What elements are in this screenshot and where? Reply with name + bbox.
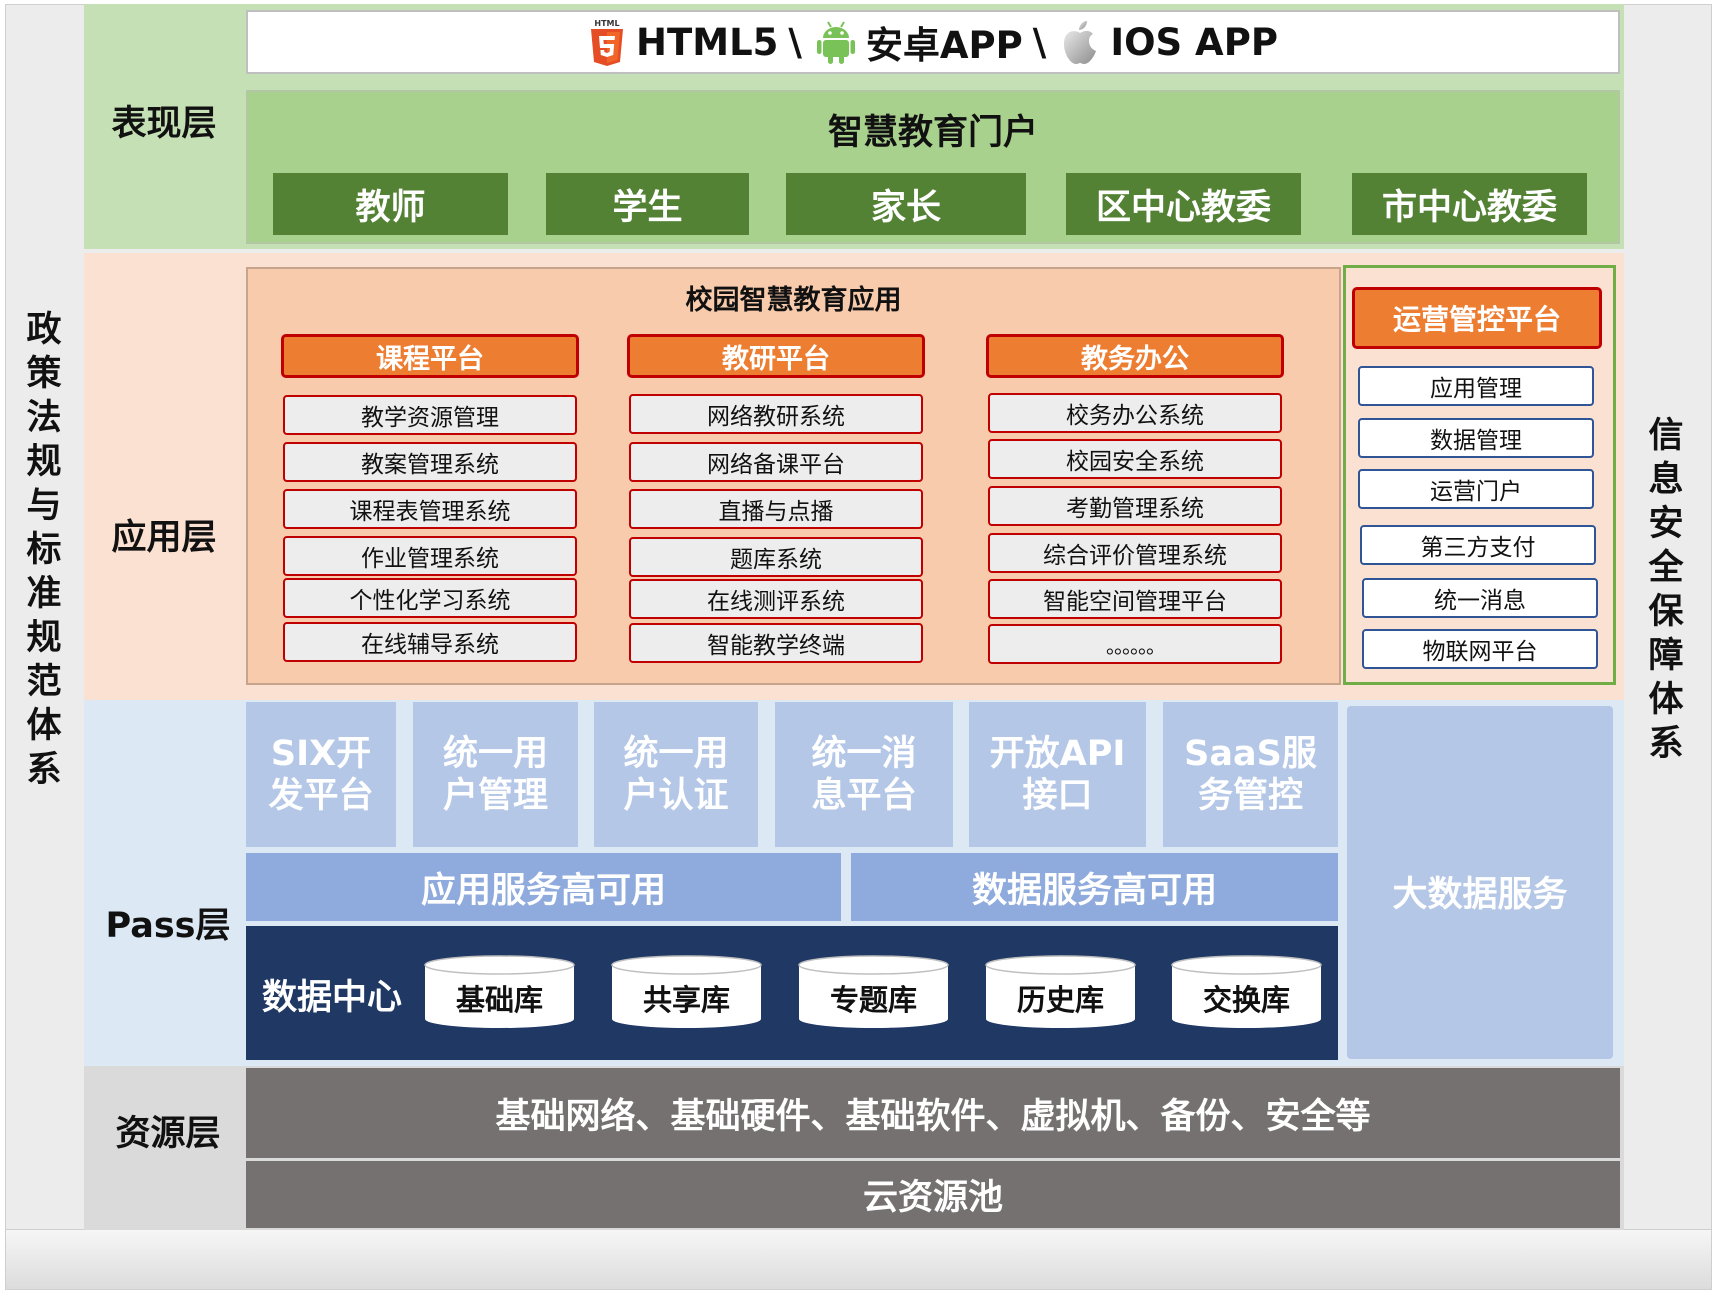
html5-client: HTML HTML5 \ — [588, 17, 802, 67]
html5-icon: HTML — [591, 19, 624, 66]
ios-label: IOS APP — [1110, 20, 1278, 64]
app-item[interactable]: 作业管理系统 — [283, 536, 577, 576]
database-shared[interactable]: 共享库 — [610, 955, 763, 1029]
bigdata-label: 大数据服务 — [1392, 874, 1568, 915]
database-label: 交换库 — [1202, 983, 1290, 1017]
side-label-right-text: 信息安全保障体系 — [1648, 416, 1684, 764]
app-item[interactable]: 网络备课平台 — [629, 442, 923, 482]
service-text: SaaS服 — [1184, 733, 1317, 774]
service-open-api[interactable]: 开放API 接口 — [969, 702, 1146, 847]
app-item[interactable]: 智能教学终端 — [629, 623, 923, 663]
application-layer-label: 应用层 — [111, 517, 217, 558]
database-label: 基础库 — [455, 983, 543, 1017]
android-icon — [816, 21, 855, 64]
app-item[interactable]: 课程表管理系统 — [283, 489, 577, 529]
infrastructure-bar[interactable]: 基础网络、基础硬件、基础软件、虚拟机、备份、安全等 — [246, 1068, 1620, 1158]
pass-layer-label: Pass层 — [105, 905, 231, 946]
app-item[interactable]: 在线测评系统 — [629, 579, 923, 619]
category-academic-office[interactable]: 教务办公 — [986, 334, 1284, 378]
app-service-high-availability[interactable]: 应用服务高可用 — [246, 853, 841, 921]
service-text: 发平台 — [268, 775, 374, 816]
side-label-left-text: 政策法规与标准规范体系 — [26, 310, 62, 790]
app-item-more[interactable]: 。。。。。。 — [988, 624, 1282, 664]
side-label-right: 信息安全保障体系 — [1636, 400, 1696, 780]
service-text: 户认证 — [623, 775, 729, 816]
app-item[interactable]: 在线辅导系统 — [283, 622, 577, 662]
data-service-high-availability[interactable]: 数据服务高可用 — [851, 853, 1338, 921]
service-text: 息平台 — [811, 775, 917, 816]
android-label: 安卓APP — [865, 24, 1023, 67]
data-center-label: 数据中心 — [261, 977, 402, 1018]
database-history[interactable]: 历史库 — [984, 955, 1137, 1029]
service-text: 统一用 — [623, 733, 729, 774]
separator-2: \ — [1032, 20, 1047, 64]
service-text: 务管控 — [1197, 775, 1303, 816]
service-text: 户管理 — [442, 775, 548, 816]
app-item[interactable]: 教案管理系统 — [283, 442, 577, 482]
app-item[interactable]: 个性化学习系统 — [283, 578, 577, 618]
campus-title: 校园智慧教育应用 — [685, 284, 902, 316]
role-district-center[interactable]: 区中心教委 — [1066, 173, 1301, 235]
separator-1: \ — [788, 20, 802, 64]
android-client: 安卓APP \ — [816, 15, 1046, 69]
role-teacher[interactable]: 教师 — [273, 173, 508, 235]
app-item[interactable]: 智能空间管理平台 — [988, 579, 1282, 619]
portal-title: 智慧教育门户 — [827, 112, 1038, 153]
app-item[interactable]: 网络教研系统 — [629, 394, 923, 434]
service-unified-user-management[interactable]: 统一用 户管理 — [413, 702, 578, 847]
client-platform-bar: HTML HTML5 \ 安卓APP \ IOS APP — [246, 10, 1620, 74]
service-unified-messaging[interactable]: 统一消 息平台 — [775, 702, 953, 847]
service-text: 统一消 — [811, 733, 917, 774]
ops-title[interactable]: 运营管控平台 — [1352, 287, 1602, 349]
app-item[interactable]: 直播与点播 — [629, 489, 923, 529]
html5-label: HTML5 — [636, 20, 779, 64]
frame-footer — [5, 1230, 1712, 1290]
service-saas-control[interactable]: SaaS服 务管控 — [1163, 702, 1338, 847]
service-unified-user-auth[interactable]: 统一用 户认证 — [594, 702, 758, 847]
bigdata-service[interactable]: 大数据服务 — [1347, 706, 1613, 1059]
service-text: SIX开 — [270, 733, 372, 774]
service-six-dev-platform[interactable]: SIX开 发平台 — [246, 702, 396, 847]
role-student[interactable]: 学生 — [546, 173, 749, 235]
ops-item[interactable]: 运营门户 — [1358, 469, 1594, 509]
resource-layer-label: 资源层 — [115, 1113, 221, 1154]
ops-item[interactable]: 统一消息 — [1362, 578, 1598, 618]
app-item[interactable]: 教学资源管理 — [283, 395, 577, 435]
database-basic[interactable]: 基础库 — [423, 955, 576, 1029]
app-item[interactable]: 校园安全系统 — [988, 439, 1282, 479]
database-label: 共享库 — [642, 983, 730, 1017]
category-course-platform[interactable]: 课程平台 — [281, 334, 579, 378]
ops-item[interactable]: 第三方支付 — [1360, 525, 1596, 565]
ios-client: IOS APP — [1060, 19, 1278, 65]
category-research-platform[interactable]: 教研平台 — [627, 334, 925, 378]
side-label-left: 政策法规与标准规范体系 — [14, 300, 74, 800]
ops-item[interactable]: 物联网平台 — [1362, 629, 1598, 669]
app-item[interactable]: 综合评价管理系统 — [988, 533, 1282, 573]
app-item[interactable]: 题库系统 — [629, 537, 923, 577]
ops-item[interactable]: 数据管理 — [1358, 418, 1594, 458]
ops-item[interactable]: 应用管理 — [1358, 366, 1594, 406]
database-label: 历史库 — [1016, 983, 1104, 1017]
app-item[interactable]: 校务办公系统 — [988, 393, 1282, 433]
database-topic[interactable]: 专题库 — [797, 955, 950, 1029]
cloud-resource-pool[interactable]: 云资源池 — [246, 1161, 1620, 1228]
service-text: 统一用 — [442, 733, 548, 774]
role-city-center[interactable]: 市中心教委 — [1352, 173, 1587, 235]
database-label: 专题库 — [829, 983, 917, 1017]
presentation-layer-label: 表现层 — [111, 103, 217, 144]
database-exchange[interactable]: 交换库 — [1170, 955, 1323, 1029]
service-text: 接口 — [1022, 775, 1093, 816]
service-text: 开放API — [989, 733, 1126, 774]
svg-text:HTML: HTML — [594, 19, 619, 28]
apple-icon — [1064, 21, 1097, 64]
app-item[interactable]: 考勤管理系统 — [988, 486, 1282, 526]
role-parent[interactable]: 家长 — [786, 173, 1026, 235]
